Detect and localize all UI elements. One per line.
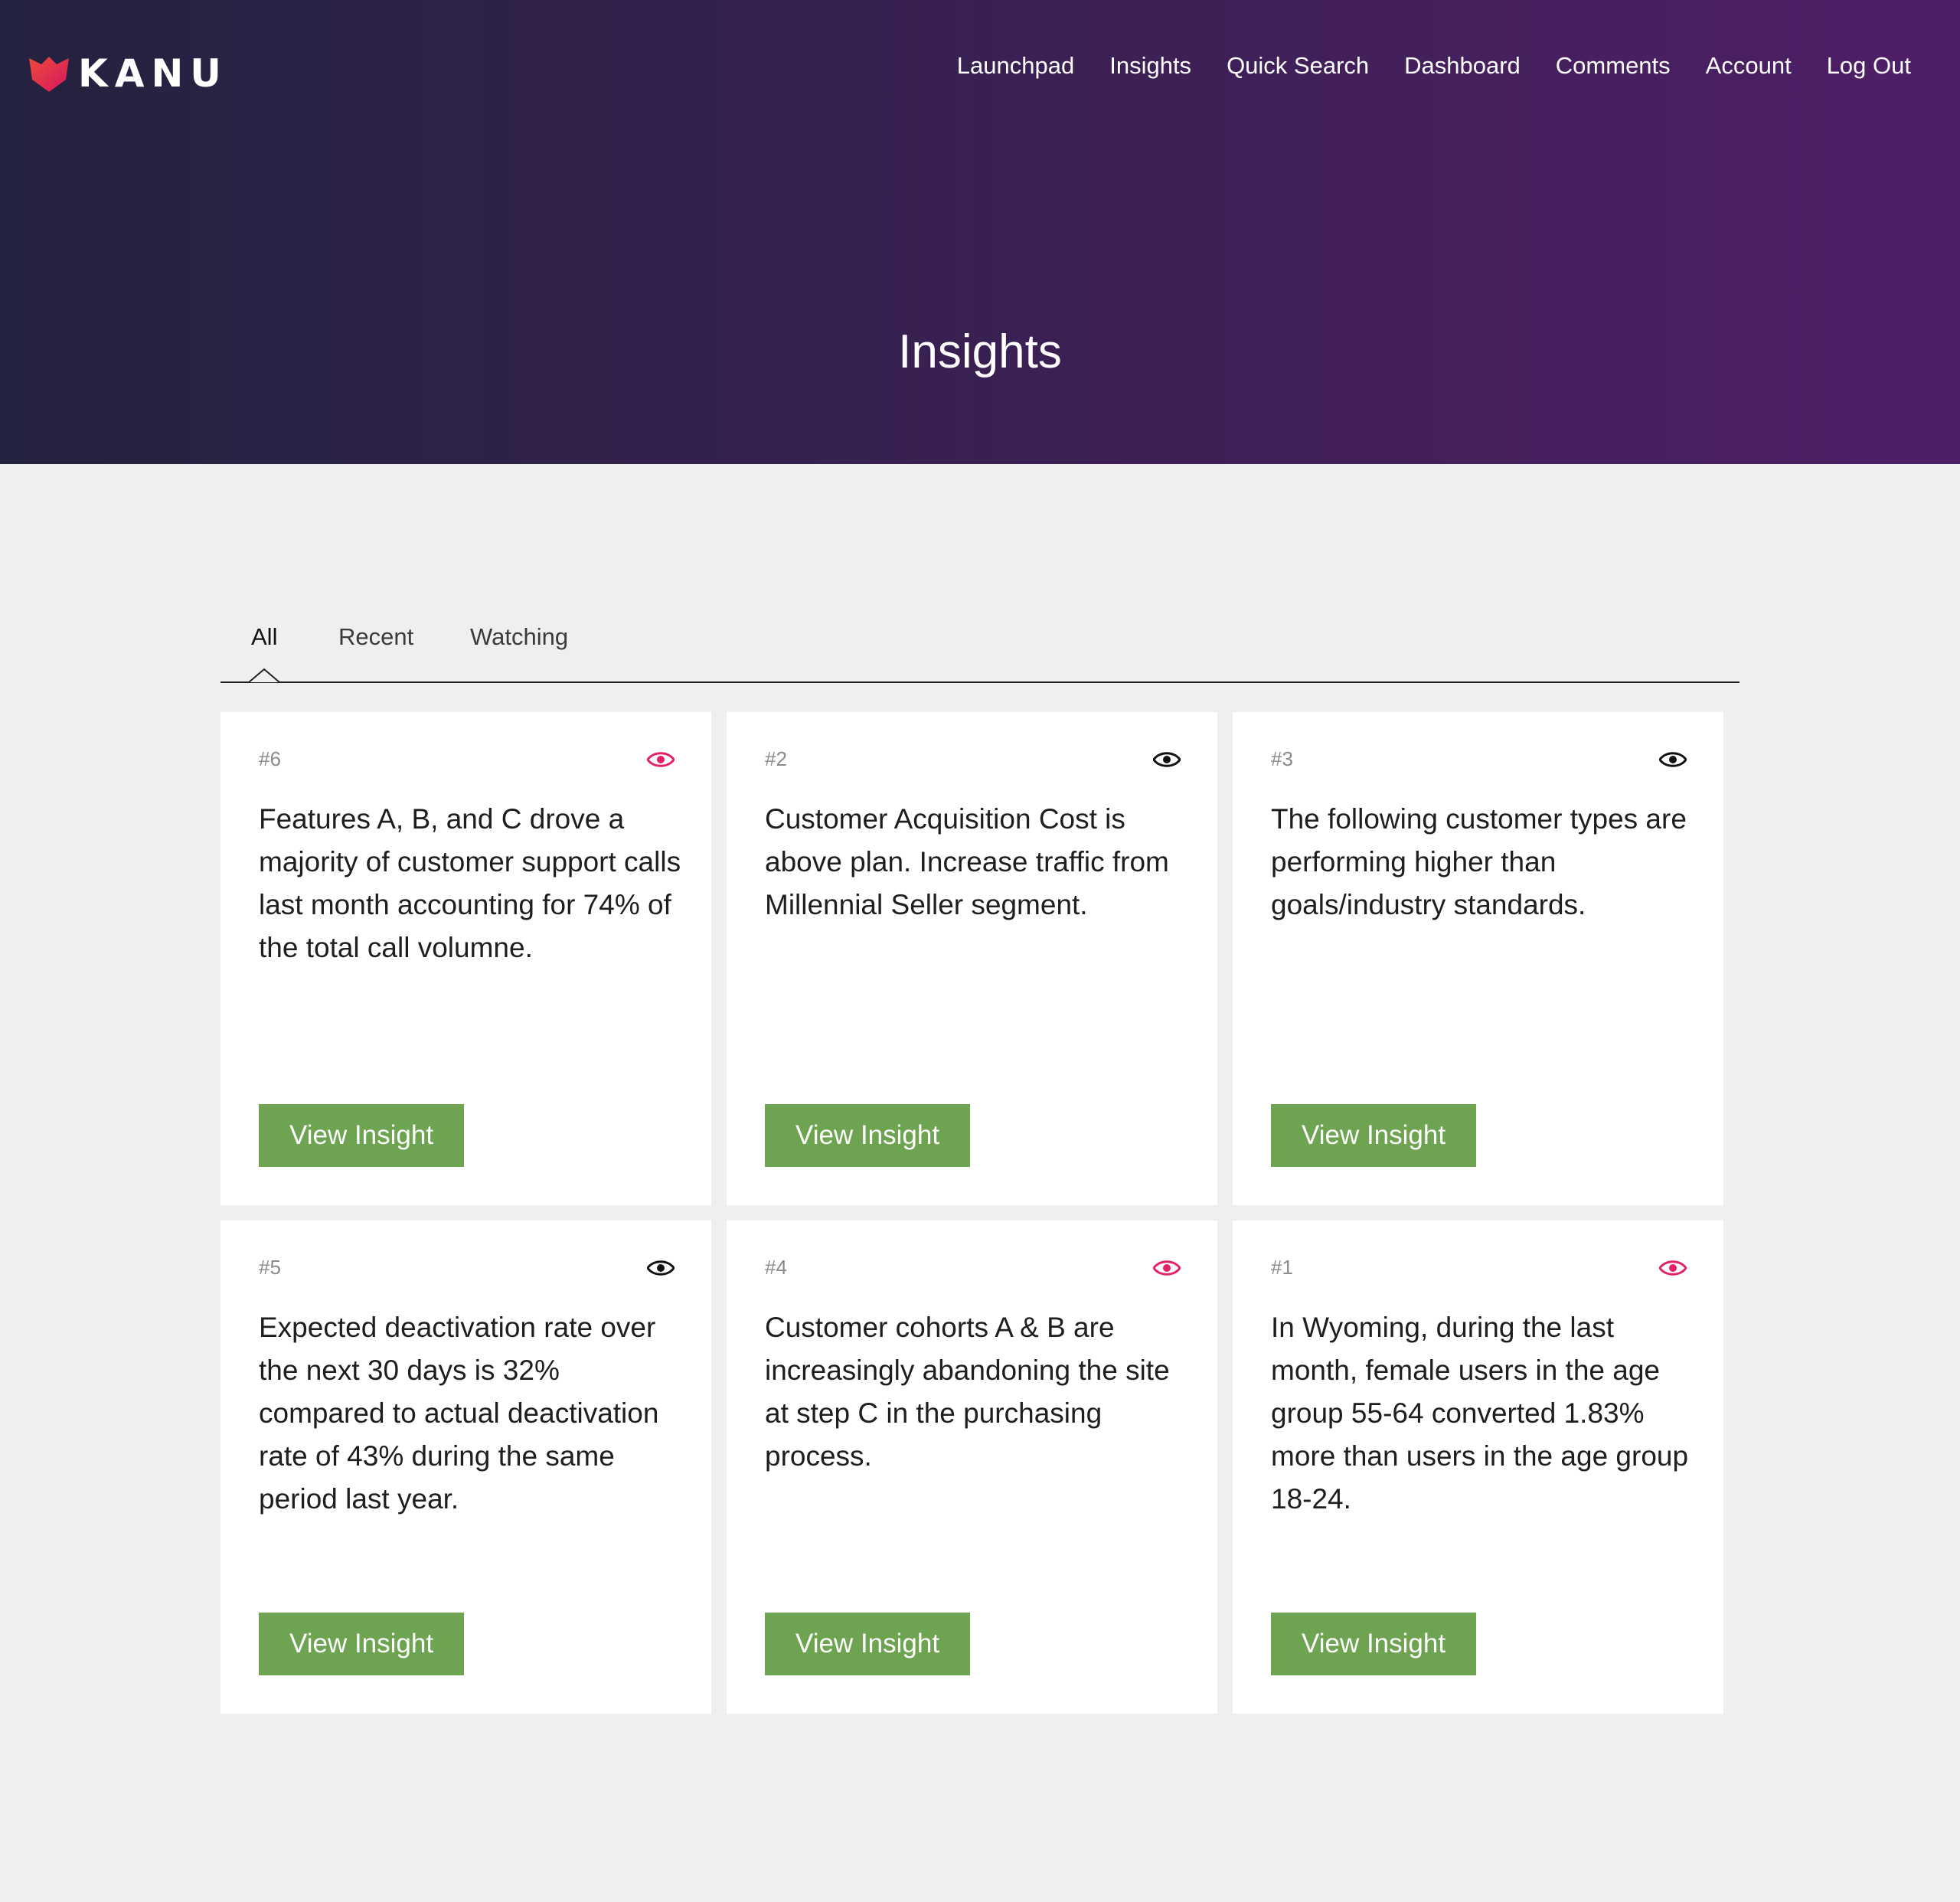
insight-number: #3 [1271,747,1293,770]
eye-icon[interactable] [647,750,675,769]
insight-card: #2 Customer Acquisition Cost is above pl… [727,712,1217,1205]
view-insight-button[interactable]: View Insight [765,1104,971,1167]
insight-card: #4 Customer cohorts A & B are increasing… [727,1221,1217,1714]
insight-card: #6 Features A, B, and C drove a majority… [220,712,711,1205]
view-insight-button[interactable]: View Insight [259,1104,465,1167]
page-title: Insights [898,325,1062,378]
nav-quick-search[interactable]: Quick Search [1227,52,1369,80]
active-tab-caret-icon [249,668,279,683]
logo[interactable]: KANU [28,51,228,96]
eye-icon[interactable] [1153,1259,1181,1277]
insight-card: #5 Expected deactivation rate over the n… [220,1221,711,1714]
view-insight-button[interactable]: View Insight [259,1613,465,1675]
nav-account[interactable]: Account [1706,52,1792,80]
eye-icon[interactable] [1659,1259,1687,1277]
logo-text: KANU [78,51,228,96]
tab-recent[interactable]: Recent [338,623,413,651]
nav-comments[interactable]: Comments [1556,52,1671,80]
main-nav: Launchpad Insights Quick Search Dashboar… [922,52,1911,80]
view-insight-button[interactable]: View Insight [1271,1613,1477,1675]
insight-number: #5 [259,1256,281,1279]
nav-insights[interactable]: Insights [1109,52,1191,80]
tab-all[interactable]: All [251,623,277,651]
nav-dashboard[interactable]: Dashboard [1404,52,1521,80]
insight-text: Features A, B, and C drove a majority of… [259,803,681,963]
eye-icon[interactable] [1659,750,1687,769]
insight-number: #6 [259,747,281,770]
insight-text: Expected deactivation rate over the next… [259,1312,659,1515]
insight-number: #1 [1271,1256,1293,1279]
insight-text: The following customer types are perform… [1271,803,1687,920]
insight-tabs: All Recent Watching [220,619,1740,683]
insight-card: #1 In Wyoming, during the last month, fe… [1233,1221,1723,1714]
insight-card: #3 The following customer types are perf… [1233,712,1723,1205]
insight-cards-grid: #6 Features A, B, and C drove a majority… [220,712,1740,1714]
hero-banner: KANU Launchpad Insights Quick Search Das… [0,0,1960,464]
nav-log-out[interactable]: Log Out [1827,52,1911,80]
insight-number: #2 [765,747,787,770]
insight-text: In Wyoming, during the last month, femal… [1271,1312,1689,1515]
eye-icon[interactable] [1153,750,1181,769]
insight-number: #4 [765,1256,787,1279]
view-insight-button[interactable]: View Insight [765,1613,971,1675]
insight-text: Customer Acquisition Cost is above plan.… [765,803,1169,920]
insight-text: Customer cohorts A & B are increasingly … [765,1312,1170,1472]
nav-launchpad[interactable]: Launchpad [957,52,1074,80]
tab-watching[interactable]: Watching [470,623,568,651]
kanu-logo-icon [29,57,69,92]
view-insight-button[interactable]: View Insight [1271,1104,1477,1167]
eye-icon[interactable] [647,1259,675,1277]
